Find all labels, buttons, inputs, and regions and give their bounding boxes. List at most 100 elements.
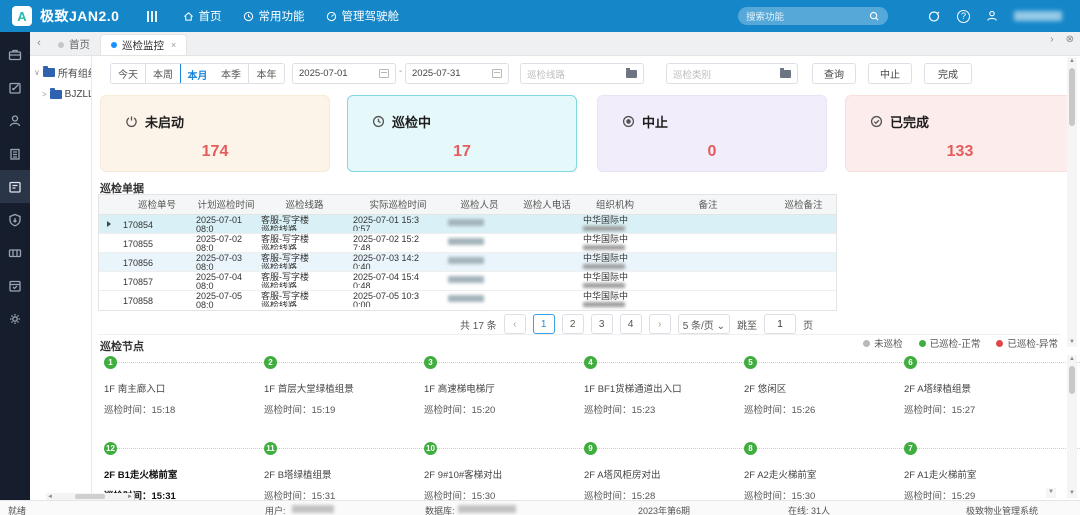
page-button-1[interactable]: 1	[533, 314, 555, 334]
folder-picker-icon[interactable]	[780, 70, 791, 78]
node-item[interactable]: 4 1F BF1货梯通道出入口 巡检时间：15:23	[584, 356, 743, 416]
jump-page-input[interactable]	[764, 314, 796, 334]
tab-scroll-left[interactable]: ‹	[30, 31, 48, 55]
rail-gear-icon[interactable]	[0, 302, 30, 335]
query-button[interactable]: 查询	[812, 63, 856, 84]
node-item[interactable]: 3 1F 高速梯电梯厅 巡检时间：15:20	[424, 356, 583, 416]
scroll-down-icon[interactable]: ▼	[1069, 338, 1075, 347]
page-button-2[interactable]: 2	[562, 314, 584, 334]
tab-home[interactable]: 首页	[48, 34, 100, 55]
scroll-down-icon[interactable]: ▼	[1069, 489, 1075, 498]
scrollbar-thumb[interactable]	[1069, 68, 1075, 126]
table-row[interactable]: 170856 2025-07-03 08:00:00 客服-写字楼巡检线路 20…	[99, 253, 836, 272]
complete-button[interactable]: 完成	[924, 63, 972, 84]
card-inspecting[interactable]: 巡检中 17	[347, 95, 577, 172]
col-remark[interactable]: 备注	[647, 195, 764, 214]
node-number-badge: 3	[424, 356, 437, 369]
help-icon[interactable]: ?	[957, 10, 970, 23]
rail-briefcase-icon[interactable]	[0, 38, 30, 71]
node-item[interactable]: 6 2F A塔绿植组景 巡检时间：15:27	[904, 356, 1063, 416]
node-item[interactable]: 9 2F A塔风柜房对出 巡检时间：15:28	[584, 442, 743, 502]
nav-common-functions[interactable]: 常用功能	[235, 0, 312, 32]
tab-inspection-monitor[interactable]: 巡检监控 ×	[100, 34, 187, 55]
scroll-down-icon[interactable]: ▼	[1048, 488, 1054, 497]
search-input[interactable]: 搜索功能	[738, 7, 888, 25]
chevron-down-icon[interactable]: ∨	[34, 68, 40, 77]
rail-idcard-icon[interactable]	[0, 170, 30, 203]
nav-home[interactable]: 首页	[175, 0, 229, 32]
page-button-3[interactable]: 3	[591, 314, 613, 334]
next-page-button[interactable]: ›	[649, 314, 671, 334]
range-today-button[interactable]: 今天	[111, 64, 146, 83]
nav-cockpit[interactable]: 管理驾驶舱	[318, 0, 407, 32]
node-item[interactable]: 2 1F 首层大堂绿植组景 巡检时间：15:19	[264, 356, 423, 416]
card-not-started[interactable]: 未启动 174	[100, 95, 330, 172]
rail-edit-icon[interactable]	[0, 71, 30, 104]
tree-horizontal-scrollbar[interactable]: ◄ ►	[46, 493, 134, 500]
search-icon[interactable]	[869, 11, 880, 22]
range-year-button[interactable]: 本年	[249, 64, 284, 83]
node-item[interactable]: 7 2F A1走火梯前室 巡检时间：15:29	[904, 442, 1063, 502]
rail-user-icon[interactable]	[0, 104, 30, 137]
tree-node-root[interactable]: ∨ 所有组织机	[34, 65, 91, 80]
range-month-button[interactable]: 本月	[180, 63, 215, 84]
range-quarter-button[interactable]: 本季	[214, 64, 249, 83]
abort-button[interactable]: 中止	[868, 63, 912, 84]
folder-picker-icon[interactable]	[626, 70, 637, 78]
range-week-button[interactable]: 本周	[146, 64, 181, 83]
col-organization[interactable]: 组织机构	[578, 195, 647, 214]
page-vertical-scrollbar[interactable]: ▲ ▼	[1067, 57, 1077, 347]
calendar-icon[interactable]	[492, 69, 502, 78]
page-button-4[interactable]: 4	[620, 314, 642, 334]
table-row[interactable]: 170855 2025-07-02 08:00:00 客服-写字楼巡检线路 20…	[99, 234, 836, 253]
scrollbar-thumb[interactable]	[1069, 366, 1075, 394]
col-inspector[interactable]: 巡检人员	[443, 195, 511, 214]
node-item[interactable]: 8 2F A2走火梯前室 巡检时间：15:30	[744, 442, 903, 502]
page-size-select[interactable]: 5 条/页 ⌄	[678, 314, 730, 334]
inner-scroll-down[interactable]: ▼	[1046, 488, 1056, 498]
date-to-input[interactable]: 2025-07-31	[405, 63, 509, 84]
category-filter-input[interactable]: 巡检类别	[666, 63, 798, 84]
scroll-left-icon[interactable]: ◄	[46, 494, 54, 500]
node-item[interactable]: 5 2F 悠闲区 巡检时间：15:26	[744, 356, 903, 416]
col-actual-time[interactable]: 实际巡检时间	[348, 195, 443, 214]
tab-close-all-icon[interactable]: ⊗	[1066, 34, 1074, 45]
notification-icon[interactable]	[927, 9, 941, 23]
user-icon[interactable]	[986, 10, 998, 22]
col-route[interactable]: 巡检线路	[256, 195, 348, 214]
scroll-up-icon[interactable]: ▲	[1069, 57, 1075, 66]
node-item[interactable]: 11 2F B塔绿植组景 巡检时间：15:31	[264, 442, 423, 502]
nodes-vertical-scrollbar[interactable]: ▲ ▼	[1067, 355, 1077, 498]
username-redacted[interactable]	[1014, 11, 1062, 21]
date-from-input[interactable]: 2025-07-01	[292, 63, 396, 84]
inspector-redacted	[448, 219, 484, 226]
card-completed[interactable]: 已完成 133	[845, 95, 1075, 172]
rail-shield-download-icon[interactable]	[0, 203, 30, 236]
card-aborted[interactable]: 中止 0	[597, 95, 827, 172]
tab-scroll-right[interactable]: ›	[1050, 34, 1053, 45]
scroll-right-icon[interactable]: ►	[126, 494, 134, 500]
calendar-icon[interactable]	[379, 69, 389, 78]
node-item[interactable]: 10 2F 9#10#客梯对出 巡检时间：15:30	[424, 442, 583, 502]
rail-building-icon[interactable]	[0, 137, 30, 170]
menu-collapse-icon[interactable]	[147, 11, 157, 22]
table-row[interactable]: 170857 2025-07-04 08:00:00 客服-写字楼巡检线路 20…	[99, 272, 836, 291]
scrollbar-thumb[interactable]	[75, 494, 105, 499]
tree-node-child[interactable]: > BJZLLH	[42, 89, 91, 100]
table-row[interactable]: 170858 2025-07-05 08:00:00 客服-写字楼巡检线路 20…	[99, 291, 836, 310]
inspector-redacted	[448, 295, 484, 302]
chevron-right-icon[interactable]: >	[42, 90, 47, 99]
route-filter-input[interactable]: 巡检线路	[520, 63, 644, 84]
table-row[interactable]: 170854 2025-07-01 08:00:00 客服-写字楼巡检线路 20…	[99, 215, 836, 234]
scroll-up-icon[interactable]: ▲	[1069, 355, 1075, 364]
col-inspection-remark[interactable]: 巡检备注	[764, 195, 838, 214]
col-doc-no[interactable]: 巡检单号	[118, 195, 191, 214]
node-item[interactable]: 1 1F 南主廊入口 巡检时间：15:18	[104, 356, 263, 416]
tab-close-icon[interactable]: ×	[171, 40, 176, 50]
rail-ticket-icon[interactable]	[0, 236, 30, 269]
rail-schedule-icon[interactable]	[0, 269, 30, 302]
org-line2-redacted	[583, 245, 625, 250]
col-inspector-phone[interactable]: 巡检人电话	[511, 195, 578, 214]
prev-page-button[interactable]: ‹	[504, 314, 526, 334]
col-planned-time[interactable]: 计划巡检时间	[191, 195, 256, 214]
